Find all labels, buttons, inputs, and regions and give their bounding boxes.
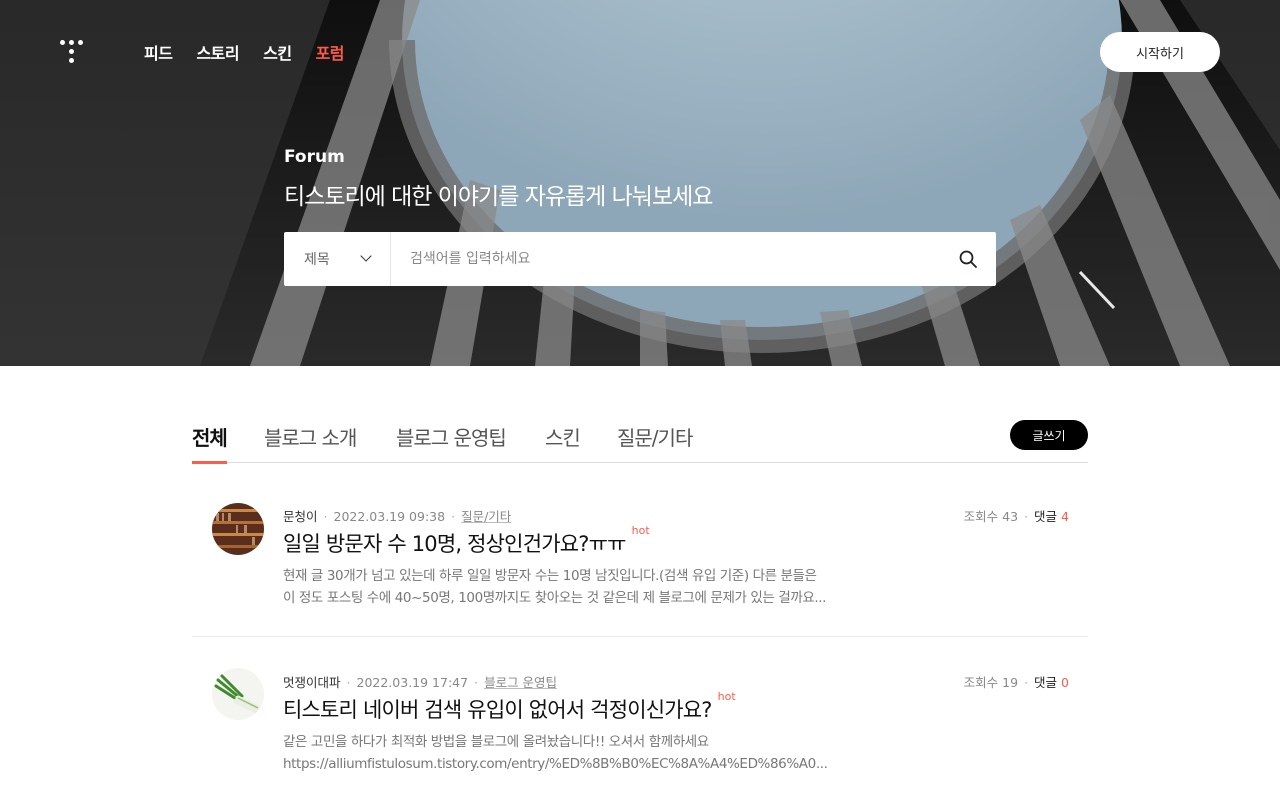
main-nav: 피드 스토리 스킨 포럼 <box>144 40 345 64</box>
post-list-item[interactable]: 문청이 · 2022.03.19 09:38 · 질문/기타 조회수 43 · 댓글 4 일… <box>192 480 1088 637</box>
post-meta: 멋쟁이대파 · 2022.03.19 17:47 · 블로그 운영팁 <box>283 675 558 690</box>
search-bar: 제목 <box>284 232 996 286</box>
comment-label: 댓글 <box>1034 509 1058 524</box>
search-button[interactable] <box>940 232 996 286</box>
post-date: 2022.03.19 17:47 <box>356 675 469 690</box>
tab-all[interactable]: 전체 <box>192 422 228 464</box>
post-stats: 조회수 43 · 댓글 4 <box>963 509 1069 524</box>
forum-heading: Forum <box>284 147 345 167</box>
post-title-text: 일일 방문자 수 10명, 정상인건가요?ㅠㅠ <box>283 532 626 556</box>
post-meta: 문청이 · 2022.03.19 09:38 · 질문/기타 <box>283 509 512 524</box>
avatar <box>212 668 264 720</box>
nav-item-story[interactable]: 스토리 <box>196 40 239 64</box>
forum-subtitle: 티스토리에 대한 이야기를 자유롭게 나눠보세요 <box>284 184 713 210</box>
top-navigation-bar: 피드 스토리 스킨 포럼 시작하기 <box>0 0 1280 104</box>
post-stats: 조회수 19 · 댓글 0 <box>963 675 1069 690</box>
post-category[interactable]: 블로그 운영팁 <box>484 675 557 690</box>
search-type-value: 제목 <box>304 252 330 268</box>
excerpt-line: 이 정도 포스팅 수에 40~50명, 100명까지도 찾아오는 것 같은데 제… <box>283 590 827 606</box>
hot-badge: hot <box>717 690 736 703</box>
comment-label: 댓글 <box>1034 675 1058 690</box>
category-tabs: 전체 블로그 소개 블로그 운영팁 스킨 질문/기타 글쓰기 <box>192 410 1088 464</box>
search-type-select[interactable]: 제목 <box>284 232 391 286</box>
excerpt-line: 현재 글 30개가 넘고 있는데 하루 일일 방문자 수는 10명 남짓입니다.… <box>283 568 817 584</box>
search-input[interactable] <box>391 232 940 286</box>
post-list-item[interactable]: 멋쟁이대파 · 2022.03.19 17:47 · 블로그 운영팁 조회수 19 · 댓글… <box>192 637 1088 800</box>
comment-count: 4 <box>1061 509 1069 524</box>
post-excerpt: 같은 고민을 하다가 최적화 방법을 블로그에 올려놨습니다!! 오셔서 함께하… <box>283 731 843 775</box>
post-excerpt: 현재 글 30개가 넘고 있는데 하루 일일 방문자 수는 10명 남짓입니다.… <box>283 565 843 609</box>
tab-skin[interactable]: 스킨 <box>545 422 581 463</box>
tab-blog-intro[interactable]: 블로그 소개 <box>264 422 357 463</box>
avatar <box>212 503 264 555</box>
start-button[interactable]: 시작하기 <box>1100 32 1220 72</box>
write-button[interactable]: 글쓰기 <box>1010 420 1088 450</box>
hero-banner: 피드 스토리 스킨 포럼 시작하기 Forum 티스토리에 대한 이야기를 자유… <box>0 0 1280 366</box>
post-category[interactable]: 질문/기타 <box>461 509 511 524</box>
post-title[interactable]: 티스토리 네이버 검색 유입이 없어서 걱정이신가요? hot <box>283 690 736 724</box>
nav-item-forum[interactable]: 포럼 <box>316 40 345 64</box>
nav-item-feed[interactable]: 피드 <box>144 40 173 64</box>
tistory-logo-icon[interactable] <box>60 40 84 64</box>
chevron-down-icon <box>360 250 372 262</box>
post-date: 2022.03.19 09:38 <box>333 509 446 524</box>
search-icon <box>959 250 977 268</box>
excerpt-line: 같은 고민을 하다가 최적화 방법을 블로그에 올려놨습니다!! 오셔서 함께하… <box>283 734 709 750</box>
post-title-text: 티스토리 네이버 검색 유입이 없어서 걱정이신가요? <box>283 698 712 722</box>
nav-item-skin[interactable]: 스킨 <box>263 40 292 64</box>
comment-count: 0 <box>1061 675 1069 690</box>
post-title[interactable]: 일일 방문자 수 10명, 정상인건가요?ㅠㅠ hot <box>283 524 650 558</box>
hot-badge: hot <box>631 524 650 537</box>
post-author[interactable]: 문청이 <box>283 509 318 524</box>
tab-question-etc[interactable]: 질문/기타 <box>617 422 693 463</box>
excerpt-line: https://alliumfistulosum.tistory.com/ent… <box>283 756 828 772</box>
tab-blog-tips[interactable]: 블로그 운영팁 <box>396 422 507 463</box>
post-author[interactable]: 멋쟁이대파 <box>283 675 341 690</box>
view-count: 조회수 19 <box>963 675 1019 690</box>
view-count: 조회수 43 <box>963 509 1019 524</box>
